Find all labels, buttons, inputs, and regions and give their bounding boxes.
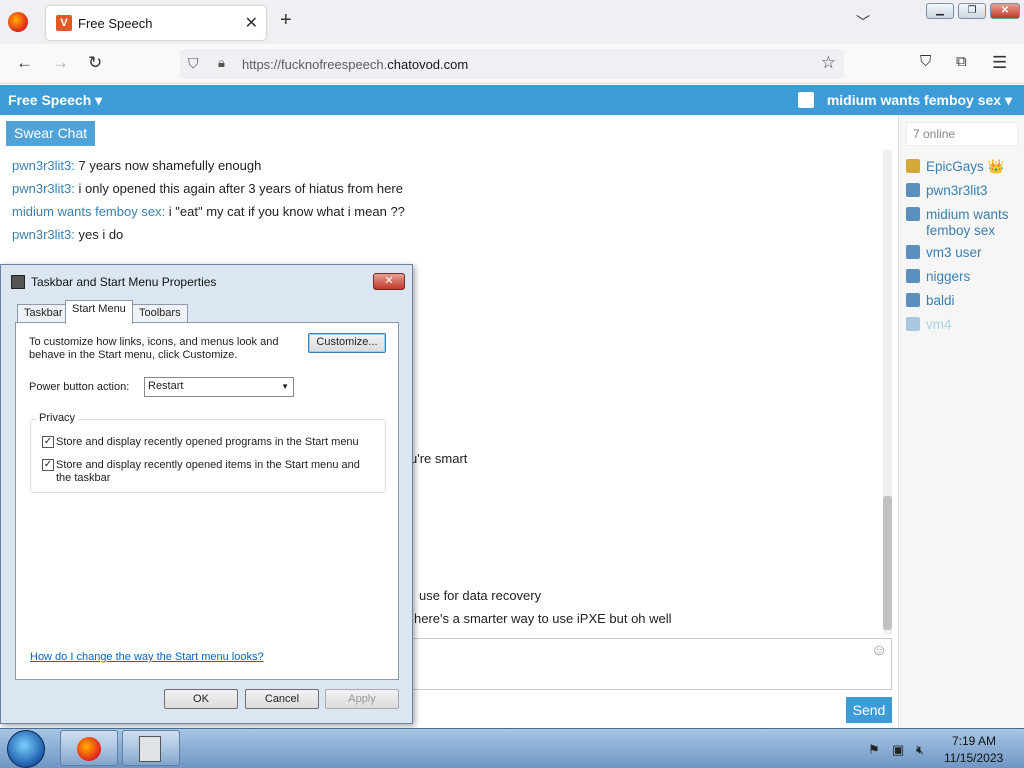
apply-button[interactable]: Apply bbox=[325, 689, 399, 709]
customize-description: To customize how links, icons, and menus… bbox=[29, 336, 279, 361]
new-tab-icon[interactable]: + bbox=[280, 9, 292, 32]
message-nick[interactable]: pwn3r3lit3: bbox=[12, 227, 75, 242]
user-list-item[interactable]: vm4 bbox=[906, 317, 952, 333]
message-text: 7 years now shamefully enough bbox=[74, 158, 262, 173]
tab-taskbar[interactable]: Taskbar bbox=[17, 304, 70, 323]
minimize-window-button[interactable]: ▁ bbox=[926, 3, 954, 19]
volume-muted-icon[interactable]: 🔇︎ bbox=[916, 742, 924, 758]
user-list-item[interactable]: EpicGays 👑 bbox=[906, 159, 1004, 175]
user-icon bbox=[906, 183, 920, 197]
close-tab-icon[interactable]: ✕ bbox=[245, 13, 258, 33]
site-title-menu[interactable]: Free Speech ▾ bbox=[8, 92, 102, 109]
message-nick[interactable]: pwn3r3lit3: bbox=[12, 181, 75, 196]
chat-message-partial: use for data recovery bbox=[419, 588, 542, 603]
url-text: https://fucknofreespeech.chatovod.com bbox=[242, 57, 469, 72]
help-link[interactable]: How do I change the way the Start menu l… bbox=[30, 651, 264, 663]
chat-message-partial: here's a smarter way to use iPXE but oh … bbox=[414, 611, 672, 626]
power-button-value: Restart bbox=[148, 380, 184, 392]
user-list-item[interactable]: midium wants femboy sex bbox=[906, 207, 1018, 239]
dialog-close-button[interactable]: ✕ bbox=[373, 273, 405, 290]
power-button-label: Power button action: bbox=[29, 381, 130, 393]
checkbox-recent-items-label: Store and display recently opened items … bbox=[56, 459, 360, 484]
message-text: i only opened this again after 3 years o… bbox=[74, 181, 403, 196]
user-icon bbox=[906, 293, 920, 307]
privacy-label: Privacy bbox=[36, 412, 79, 424]
lock-icon[interactable]: 🔒︎ bbox=[218, 55, 225, 71]
power-button-select[interactable]: Restart ▼ bbox=[144, 377, 294, 397]
user-list-item[interactable]: pwn3r3lit3 bbox=[906, 183, 988, 199]
site-favicon-icon: V bbox=[56, 15, 72, 31]
taskbar-firefox[interactable] bbox=[60, 730, 118, 766]
properties-window-icon bbox=[139, 736, 161, 762]
user-list-item[interactable]: niggers bbox=[906, 269, 970, 285]
chat-message: pwn3r3lit3: i only opened this again aft… bbox=[12, 181, 403, 196]
close-window-button[interactable]: ✕ bbox=[990, 3, 1020, 19]
shield-icon[interactable]: ⛉ bbox=[188, 55, 199, 72]
start-menu-panel: To customize how links, icons, and menus… bbox=[15, 322, 399, 680]
cancel-button[interactable]: Cancel bbox=[245, 689, 319, 709]
user-icon bbox=[906, 159, 920, 173]
tab-start-menu[interactable]: Start Menu bbox=[65, 300, 133, 324]
menu-icon[interactable]: ☰ bbox=[992, 53, 1007, 73]
checkbox-recent-items[interactable]: ✓ bbox=[42, 459, 54, 471]
tab-bar: V Free Speech ✕ + ﹀ ▁ ❐ ✕ bbox=[0, 0, 1024, 44]
list-tabs-icon[interactable]: ﹀ bbox=[856, 12, 870, 32]
clock-time[interactable]: 7:19 AM bbox=[952, 734, 996, 748]
message-text: yes i do bbox=[74, 227, 124, 242]
firefox-icon[interactable] bbox=[8, 12, 28, 32]
firefox-icon bbox=[77, 737, 101, 761]
pocket-icon[interactable]: ⛉ bbox=[920, 53, 931, 70]
user-icon bbox=[906, 269, 920, 283]
action-center-flag-icon[interactable]: ⚑ bbox=[868, 742, 880, 758]
network-icon[interactable]: ▣ bbox=[892, 742, 904, 758]
message-nick[interactable]: midium wants femboy sex: bbox=[12, 204, 165, 219]
dropdown-arrow-icon: ▼ bbox=[281, 382, 289, 391]
back-icon[interactable]: ← bbox=[16, 53, 33, 73]
checkbox-recent-programs-label: Store and display recently opened progra… bbox=[56, 436, 359, 448]
tab-toolbars[interactable]: Toolbars bbox=[132, 304, 188, 323]
send-button[interactable]: Send bbox=[846, 697, 892, 723]
smiley-icon[interactable]: ☺ bbox=[871, 642, 887, 660]
online-count: 7 online bbox=[906, 122, 1018, 146]
message-input[interactable] bbox=[412, 638, 892, 690]
taskbar-properties-dialog: Taskbar and Start Menu Properties ✕ Task… bbox=[0, 264, 413, 724]
extensions-icon[interactable]: ⧉ bbox=[956, 53, 967, 70]
start-button[interactable] bbox=[7, 730, 45, 768]
ok-button[interactable]: OK bbox=[164, 689, 238, 709]
user-icon bbox=[906, 317, 920, 331]
user-menu[interactable]: midium wants femboy sex ▾ bbox=[827, 92, 1012, 109]
user-icon bbox=[906, 207, 920, 221]
tab-title: Free Speech bbox=[78, 16, 153, 31]
nav-bar: ← → ↻ ⛉ 🔒︎ https://fucknofreespeech.chat… bbox=[0, 44, 1024, 84]
reload-icon[interactable]: ↻ bbox=[88, 53, 102, 73]
user-avatar-icon[interactable] bbox=[798, 92, 814, 108]
chat-scrollbar-thumb[interactable] bbox=[883, 496, 892, 630]
message-text: i "eat" my cat if you know what i mean ?… bbox=[165, 204, 405, 219]
user-icon bbox=[906, 245, 920, 259]
customize-button[interactable]: Customize... bbox=[308, 333, 386, 353]
maximize-window-button[interactable]: ❐ bbox=[958, 3, 986, 19]
tab-free-speech[interactable]: V Free Speech ✕ bbox=[46, 6, 266, 40]
chat-message: midium wants femboy sex: i "eat" my cat … bbox=[12, 204, 405, 219]
message-nick[interactable]: pwn3r3lit3: bbox=[12, 158, 75, 173]
chat-message-partial: u're smart bbox=[410, 451, 468, 466]
swear-chat-tab[interactable]: Swear Chat bbox=[6, 121, 96, 146]
taskbar-properties-icon bbox=[11, 275, 25, 289]
bookmark-star-icon[interactable]: ☆ bbox=[821, 53, 836, 73]
chat-message: pwn3r3lit3: 7 years now shamefully enoug… bbox=[12, 158, 261, 173]
forward-icon[interactable]: → bbox=[52, 53, 69, 73]
user-list-item[interactable]: baldi bbox=[906, 293, 955, 309]
url-bar[interactable]: ⛉ 🔒︎ https://fucknofreespeech.chatovod.c… bbox=[180, 49, 844, 79]
dialog-title: Taskbar and Start Menu Properties bbox=[31, 275, 217, 289]
chat-message: pwn3r3lit3: yes i do bbox=[12, 227, 123, 242]
clock-date[interactable]: 11/15/2023 bbox=[944, 751, 1003, 765]
taskbar-properties-window[interactable] bbox=[122, 730, 180, 766]
site-header: Free Speech ▾ midium wants femboy sex ▾ bbox=[0, 85, 1024, 115]
user-list-item[interactable]: vm3 user bbox=[906, 245, 982, 261]
checkbox-recent-programs[interactable]: ✓ bbox=[42, 436, 54, 448]
